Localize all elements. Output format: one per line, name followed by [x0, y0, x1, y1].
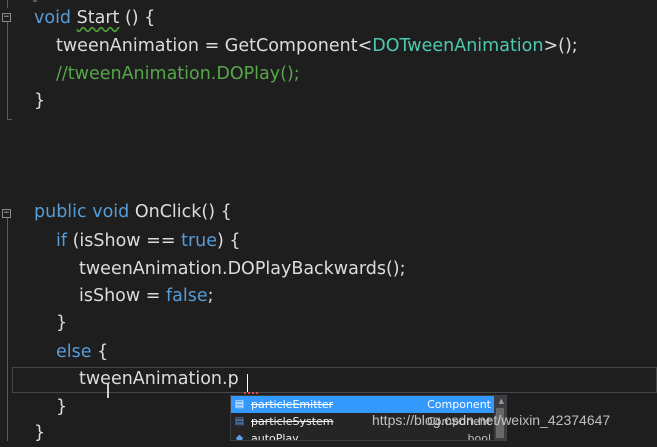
code-line[interactable]: }	[56, 394, 67, 421]
watermark-url: https://blog.csdn.net/weixin_42374647	[372, 412, 611, 428]
code-token: false	[166, 286, 208, 306]
collapse-onclick-method-icon[interactable]: −	[2, 209, 11, 218]
code-line[interactable]: }	[34, 88, 45, 115]
mouse-ibeam-cursor	[107, 383, 109, 398]
code-token: () {	[119, 8, 156, 28]
code-token: if	[56, 231, 68, 251]
code-line[interactable]: else {	[56, 339, 108, 366]
fold-end-marker	[7, 119, 12, 120]
fold-guide-line	[7, 0, 8, 8]
scroll-indicator	[33, 0, 37, 2]
code-line[interactable]: tweenAnimation.DOPlayBackwards();	[79, 256, 406, 283]
code-token: tweenAnimation.p	[79, 369, 239, 389]
code-line[interactable]: public void OnClick() {	[34, 199, 232, 226]
collapse-start-method-icon[interactable]: −	[2, 13, 11, 22]
scroll-up-arrow-icon[interactable]: ▲	[499, 397, 504, 405]
code-token: DOTweenAnimation	[372, 36, 544, 56]
code-line[interactable]: tweenAnimation = GetComponent<DOTweenAni…	[56, 33, 578, 60]
intellisense-item-name: particleEmitter	[251, 398, 334, 411]
code-line[interactable]: isShow = false;	[79, 283, 214, 310]
intellisense-item-name: particleSystem	[251, 415, 334, 428]
code-line[interactable]: }	[34, 420, 45, 447]
intellisense-item-type: bool	[467, 432, 492, 441]
code-token: (isShow ==	[67, 231, 182, 251]
property-icon: ▤	[234, 416, 245, 427]
code-token: {	[91, 342, 109, 362]
code-token: Start	[76, 8, 120, 28]
code-token: //tweenAnimation.DOPlay();	[56, 64, 300, 84]
code-line[interactable]: }	[56, 310, 67, 337]
code-token: tweenAnimation = GetComponent<	[56, 36, 373, 56]
intellisense-item-name: autoPlay	[251, 432, 299, 441]
code-token: isShow =	[79, 286, 166, 306]
code-line[interactable]: if (isShow == true) {	[56, 228, 241, 255]
code-token: >();	[543, 36, 578, 56]
code-token: }	[34, 423, 46, 443]
code-token: }	[34, 91, 46, 111]
text-caret	[247, 374, 248, 392]
code-token: tweenAnimation.DOPlayBackwards();	[79, 259, 406, 279]
code-token: OnClick() {	[129, 202, 232, 222]
intellisense-item-type: Component	[427, 398, 491, 411]
code-token: void	[34, 8, 72, 28]
intellisense-item[interactable]: ▤ particleEmitter Component	[231, 396, 506, 413]
code-token: void	[92, 202, 130, 222]
code-token: public	[34, 202, 87, 222]
field-icon: ◆	[235, 433, 244, 441]
fold-guide-line	[7, 218, 8, 441]
code-token: true	[181, 231, 217, 251]
property-icon: ▤	[234, 399, 245, 410]
code-line[interactable]: tweenAnimation.p	[79, 366, 239, 393]
fold-guide-line	[7, 22, 8, 120]
code-token: else	[56, 342, 92, 362]
code-line[interactable]: void Start () {	[34, 5, 155, 32]
code-token: }	[56, 397, 68, 417]
code-token: ) {	[217, 231, 241, 251]
code-line[interactable]: //tweenAnimation.DOPlay();	[56, 61, 300, 88]
code-token: }	[56, 313, 68, 333]
code-token: ;	[207, 286, 214, 306]
intellisense-item[interactable]: ◆ autoPlay bool	[231, 430, 506, 441]
